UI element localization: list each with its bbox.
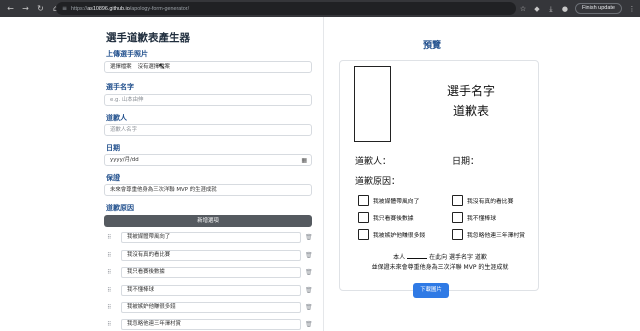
reason-row: ⠿ 我只看賽後數據 🗑 xyxy=(104,267,313,278)
download-image-button[interactable]: 下載圖片 xyxy=(413,283,449,298)
preview-player-name: 選手名字 xyxy=(446,84,495,98)
address-bar[interactable]: ≡ https://as10896.github.io/apology-form… xyxy=(56,2,516,15)
forward-icon[interactable]: → xyxy=(21,4,30,13)
promise-label: 保證 xyxy=(106,174,120,182)
reason-input[interactable]: 我只看賽後數據 xyxy=(121,267,301,278)
browser-toolbar: ← → ↻ ⌂ ≡ https://as10896.github.io/apol… xyxy=(0,0,640,17)
preview-checkbox-label: 我不懂棒球 xyxy=(467,216,496,222)
player-name-label: 選手名字 xyxy=(106,83,134,91)
checkbox-icon xyxy=(358,212,369,223)
checkbox-icon xyxy=(358,229,369,240)
choose-file-button[interactable]: 選擇檔案 xyxy=(110,62,132,72)
reason-row: ⠿ 我沒有真的看比賽 🗑 xyxy=(104,250,313,261)
preview-checkbox-item: 我被媒體帶風向了 xyxy=(358,195,419,206)
mouse-cursor-icon: ↖ xyxy=(158,62,166,72)
preview-checkbox-label: 我被嫉妒他賺很多錢 xyxy=(373,233,426,239)
preview-checkbox-label: 我只看賽後數據 xyxy=(373,216,414,222)
reason-input[interactable]: 我不懂棒球 xyxy=(121,285,301,296)
photo-label: 上傳選手照片 xyxy=(106,50,148,58)
preview-checkbox-item: 我只看賽後數據 xyxy=(358,212,414,223)
preview-panel: 預覽 選手名字 道歉表 道歉人： 日期： 道歉原因： 我被媒體帶風向了 我沒有真… xyxy=(323,17,551,331)
preview-heading: 預覽 xyxy=(422,41,441,51)
form-panel: 選手道歉表產生器 上傳選手照片 選擇檔案 沒有選擇檔案 選手名字 e.g. 山本由… xyxy=(104,17,316,331)
reload-icon[interactable]: ↻ xyxy=(36,4,45,13)
trash-icon[interactable]: 🗑 xyxy=(305,252,313,259)
trash-icon[interactable]: 🗑 xyxy=(305,269,313,276)
date-input[interactable]: yyyy/月/dd ▦ xyxy=(104,154,312,166)
checkbox-icon xyxy=(358,195,369,206)
reason-input[interactable]: 我被嫉妒他賺很多錢 xyxy=(121,302,301,313)
drag-handle-icon[interactable]: ⠿ xyxy=(107,269,111,276)
apology-form-card: 選手名字 道歉表 道歉人： 日期： 道歉原因： 我被媒體帶風向了 我沒有真的看比… xyxy=(339,60,539,291)
back-icon[interactable]: ← xyxy=(6,4,15,13)
add-option-button[interactable]: 新增選項 xyxy=(104,215,312,227)
reason-row: ⠿ 我不懂棒球 🗑 xyxy=(104,285,313,296)
photo-file-input[interactable]: 選擇檔案 沒有選擇檔案 xyxy=(104,61,312,73)
checkbox-icon xyxy=(452,212,463,223)
reason-input[interactable]: 我忽略他連三年澤村賞 xyxy=(121,319,301,330)
finish-update-button[interactable]: Finish update xyxy=(574,3,622,14)
date-placeholder: yyyy/月/dd xyxy=(110,157,139,163)
url-text: https://as10896.github.io/apology-form-g… xyxy=(71,5,190,12)
reason-row: ⠿ 我被嫉妒他賺很多錢 🗑 xyxy=(104,302,313,313)
drag-handle-icon[interactable]: ⠿ xyxy=(107,252,111,259)
profile-icon[interactable]: ● xyxy=(561,5,569,13)
drag-handle-icon[interactable]: ⠿ xyxy=(107,321,111,328)
menu-icon[interactable]: ⋮ xyxy=(628,5,636,13)
preview-checkbox-item: 我忽略他連三年澤村賞 xyxy=(452,229,525,240)
preview-date-label: 日期： xyxy=(452,157,480,167)
reasons-label: 道歉原因 xyxy=(106,204,134,212)
signature-blank xyxy=(407,254,428,259)
reason-row: ⠿ 我忽略他連三年澤村賞 🗑 xyxy=(104,319,313,330)
preview-checkbox-label: 我沒有真的看比賽 xyxy=(467,199,514,205)
preview-doc-title: 道歉表 xyxy=(452,104,489,118)
apologizer-label: 道歉人 xyxy=(106,114,127,122)
drag-handle-icon[interactable]: ⠿ xyxy=(107,304,111,311)
preview-checkbox-label: 我被媒體帶風向了 xyxy=(373,199,420,205)
bookmark-star-icon[interactable]: ☆ xyxy=(519,5,527,13)
reason-input[interactable]: 我被媒體帶風向了 xyxy=(121,232,301,243)
preview-reason-label: 道歉原因： xyxy=(355,177,401,187)
reason-input[interactable]: 我沒有真的看比賽 xyxy=(121,250,301,261)
checkbox-icon xyxy=(452,195,463,206)
drag-handle-icon[interactable]: ⠿ xyxy=(107,234,111,241)
trash-icon[interactable]: 🗑 xyxy=(305,234,313,241)
preview-checkbox-item: 我不懂棒球 xyxy=(452,212,496,223)
apologizer-input[interactable]: 道歉人名字 xyxy=(104,124,312,136)
trash-icon[interactable]: 🗑 xyxy=(305,287,313,294)
reason-row: ⠿ 我被媒體帶風向了 🗑 xyxy=(104,232,313,243)
promise-input[interactable]: 未來會尊重他身為三次洋聯 MVP 的生涯成就 xyxy=(104,184,312,196)
checkbox-icon xyxy=(452,229,463,240)
preview-checkbox-item: 我被嫉妒他賺很多錢 xyxy=(358,229,425,240)
site-info-icon[interactable]: ≡ xyxy=(62,5,68,12)
extensions-icon[interactable]: ◆ xyxy=(533,5,541,13)
trash-icon[interactable]: 🗑 xyxy=(305,321,313,328)
preview-checkbox-item: 我沒有真的看比賽 xyxy=(452,195,513,206)
drag-handle-icon[interactable]: ⠿ xyxy=(107,287,111,294)
calendar-icon[interactable]: ▦ xyxy=(301,157,307,164)
player-name-input[interactable]: e.g. 山本由伸 xyxy=(104,94,312,106)
preview-apologizer-label: 道歉人： xyxy=(355,157,392,167)
downloads-icon[interactable]: ⤓ xyxy=(547,5,555,13)
date-label: 日期 xyxy=(106,144,120,152)
page-title: 選手道歉表產生器 xyxy=(106,32,190,44)
trash-icon[interactable]: 🗑 xyxy=(305,304,313,311)
player-photo-frame xyxy=(354,66,391,142)
preview-signature-line: 本人 在此向 選手名字 道歉 xyxy=(393,254,487,261)
preview-checkbox-label: 我忽略他連三年澤村賞 xyxy=(467,233,525,239)
preview-promise-line: 並保證未來會尊重他身為三次洋聯 MVP 的生涯成就 xyxy=(371,264,509,271)
